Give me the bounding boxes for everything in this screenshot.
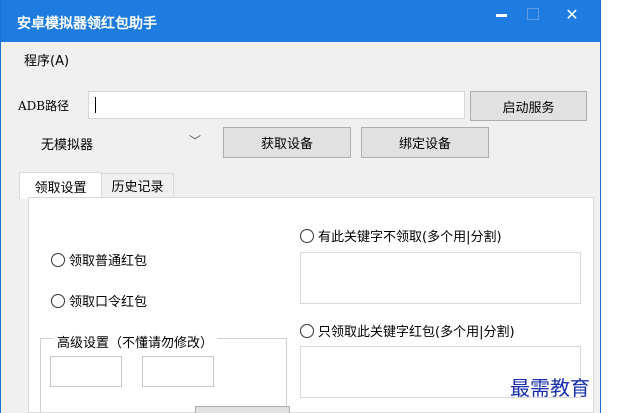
text-caret [95,97,96,113]
tab-receive-settings[interactable]: 领取设置 [19,172,102,199]
radio-password-packet[interactable]: 领取口令红包 [51,291,147,310]
radio-normal-packet[interactable]: 领取普通红包 [51,250,147,269]
radio-exclude-keyword-label: 有此关键字不领取(多个用|分割) [318,230,502,245]
radio-icon [51,293,65,308]
radio-icon [51,252,65,267]
advanced-input-2[interactable] [142,356,214,387]
radio-exclude-keyword[interactable]: 有此关键字不领取(多个用|分割) [300,226,502,245]
advanced-apply-button[interactable] [195,406,290,413]
radio-include-keyword-label: 只领取此关键字红包(多个用|分割) [318,325,515,340]
exclude-keyword-input[interactable] [300,252,581,304]
start-service-button[interactable]: 启动服务 [470,91,587,121]
close-button[interactable]: ✕ [549,0,595,28]
radio-icon [300,228,314,243]
chevron-down-icon: ﹀ [189,134,202,148]
emulator-select-value: 无模拟器 [41,138,94,153]
tab-history[interactable]: 历史记录 [102,173,174,198]
radio-include-keyword[interactable]: 只领取此关键字红包(多个用|分割) [300,321,515,340]
close-icon: ✕ [565,4,579,24]
emulator-select[interactable]: 无模拟器 ﹀ [33,128,210,156]
advanced-settings-label: 高级设置（不懂请勿修改） [53,332,218,351]
adb-path-input[interactable] [88,91,465,119]
radio-normal-packet-label: 领取普通红包 [69,254,148,269]
maximize-button [517,0,549,28]
radio-password-packet-label: 领取口令红包 [69,295,148,310]
title-bar[interactable]: 安卓模拟器领红包助手 ✕ [1,0,600,42]
advanced-input-1[interactable] [50,356,122,387]
maximize-icon [527,8,539,20]
main-window: 安卓模拟器领红包助手 ✕ 程序(A) ADB路径 启动服务 无模拟器 ﹀ 获取设… [0,0,601,413]
window-title: 安卓模拟器领红包助手 [17,16,157,32]
menu-program[interactable]: 程序(A) [24,50,69,69]
adb-path-label: ADB路径 [18,99,70,113]
minimize-button[interactable] [485,0,517,28]
watermark-text: 最需教育 [510,376,590,400]
bind-device-button[interactable]: 绑定设备 [361,127,489,158]
menu-bar: 程序(A) [1,42,600,72]
radio-icon [300,323,314,338]
minimize-icon [495,13,507,17]
get-device-button[interactable]: 获取设备 [223,127,351,158]
